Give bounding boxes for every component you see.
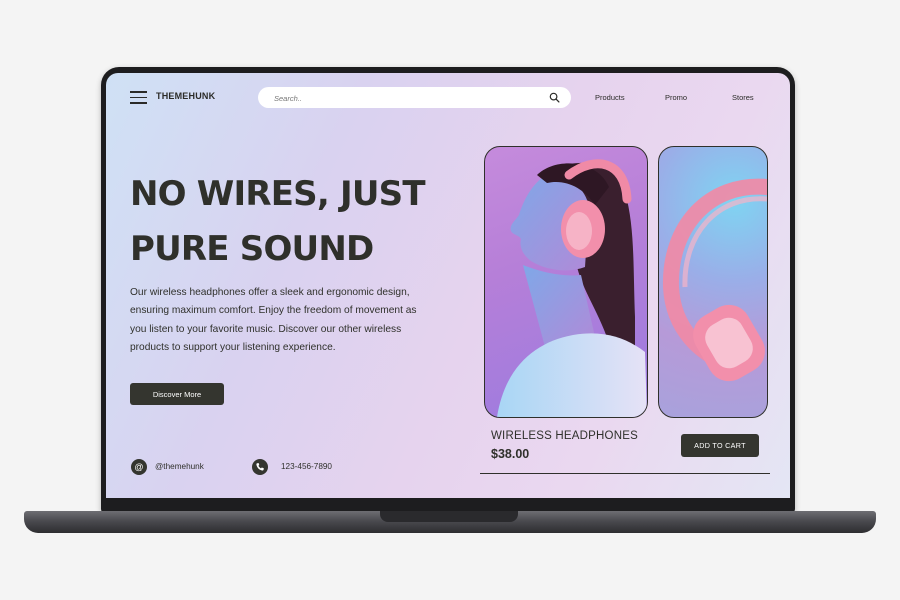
search-icon[interactable] (549, 92, 560, 103)
product-name: WIRELESS HEADPHONES (491, 430, 638, 442)
product-divider (480, 473, 770, 474)
hero-title-line-2: PURE SOUND (130, 229, 374, 269)
phone-number[interactable]: 123-456-7890 (281, 462, 332, 471)
phone-icon[interactable] (252, 459, 268, 475)
hero-title: NO WIRES, JUST PURE SOUND (130, 167, 460, 277)
brand-logo[interactable]: THEMEHUNK (156, 91, 215, 101)
at-sign-icon[interactable]: @ (131, 459, 147, 475)
nav-link-promo[interactable]: Promo (665, 93, 687, 102)
nav-link-stores[interactable]: Stores (732, 93, 754, 102)
product-image-model[interactable] (484, 146, 648, 418)
social-handle[interactable]: @themehunk (155, 462, 204, 471)
model-illustration (497, 159, 647, 417)
discover-more-button[interactable]: Discover More (130, 383, 224, 405)
nav-link-products[interactable]: Products (595, 93, 625, 102)
menu-icon[interactable] (130, 91, 147, 104)
hero-title-line-1: NO WIRES, JUST (130, 174, 426, 214)
hero-description: Our wireless headphones offer a sleek an… (130, 287, 417, 353)
search-input[interactable] (272, 90, 536, 107)
add-to-cart-button[interactable]: ADD TO CART (681, 434, 759, 457)
laptop-notch (380, 511, 518, 522)
product-price: $38.00 (491, 447, 530, 461)
search-bar[interactable] (258, 87, 571, 108)
headphones-illustration (662, 178, 767, 382)
product-image-headphones[interactable] (658, 146, 768, 418)
website-screen: THEMEHUNK Products Promo Stores NO WIRES… (106, 73, 790, 498)
